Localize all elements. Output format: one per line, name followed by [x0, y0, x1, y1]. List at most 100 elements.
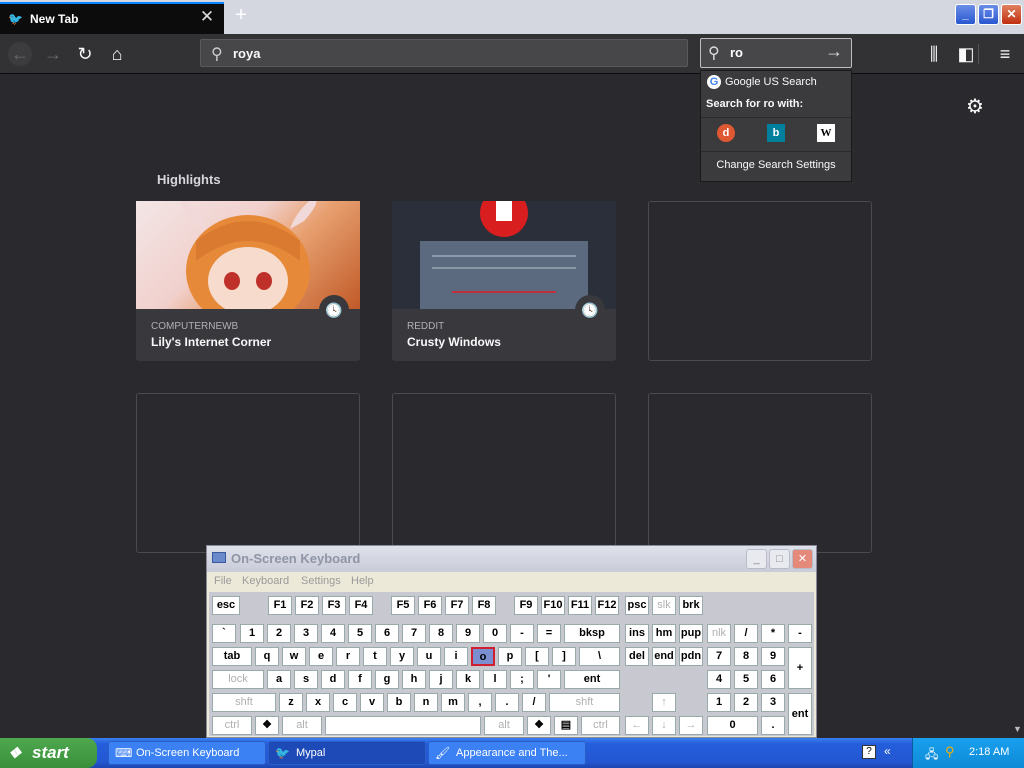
key[interactable]: n — [414, 693, 438, 712]
key[interactable]: F7 — [445, 596, 469, 615]
key[interactable]: - — [788, 624, 812, 643]
key[interactable]: r — [336, 647, 360, 666]
key[interactable]: 3 — [761, 693, 785, 712]
key[interactable] — [325, 716, 481, 735]
osk-minimize-button[interactable]: _ — [746, 549, 767, 569]
key[interactable]: del — [625, 647, 649, 666]
key[interactable]: y — [390, 647, 414, 666]
key[interactable]: nlk — [707, 624, 731, 643]
osk-titlebar[interactable]: On-Screen Keyboard _ □ ✕ — [207, 546, 816, 572]
network-icon[interactable]: 🖧 — [925, 745, 938, 766]
key[interactable]: 0 — [707, 716, 758, 735]
key[interactable]: 5 — [348, 624, 372, 643]
key[interactable]: ` — [212, 624, 236, 643]
new-tab-button[interactable]: + — [230, 4, 252, 26]
bing-icon[interactable]: b — [767, 124, 785, 142]
search-input[interactable]: ro — [730, 45, 743, 60]
key[interactable]: x — [306, 693, 330, 712]
key[interactable]: esc — [212, 596, 240, 615]
key[interactable]: h — [402, 670, 426, 689]
back-icon[interactable]: ← — [8, 42, 32, 66]
key[interactable]: m — [441, 693, 465, 712]
key[interactable]: b — [387, 693, 411, 712]
key[interactable]: . — [761, 716, 785, 735]
change-search-settings[interactable]: Change Search Settings — [701, 151, 851, 171]
key[interactable]: ; — [510, 670, 534, 689]
key[interactable]: = — [537, 624, 561, 643]
key[interactable]: F8 — [472, 596, 496, 615]
duckduckgo-icon[interactable]: d — [717, 124, 735, 142]
url-input[interactable]: roya — [233, 46, 260, 61]
library-icon[interactable]: ⫼ — [922, 42, 946, 66]
menu-help[interactable]: Help — [351, 575, 374, 587]
key[interactable]: l — [483, 670, 507, 689]
key[interactable]: ent — [564, 670, 620, 689]
highlight-card[interactable]: 🕓 REDDIT Crusty Windows — [392, 201, 616, 361]
key[interactable]: d — [321, 670, 345, 689]
key[interactable]: j — [429, 670, 453, 689]
close-window-button[interactable]: ✕ — [1001, 4, 1022, 25]
key[interactable]: F12 — [595, 596, 619, 615]
key[interactable]: ] — [552, 647, 576, 666]
key[interactable]: - — [510, 624, 534, 643]
current-engine[interactable]: G Google US Search — [707, 75, 817, 89]
key[interactable]: 6 — [375, 624, 399, 643]
tab-new-tab[interactable]: 🐦 New Tab ✕ — [0, 2, 224, 34]
start-button[interactable]: ❖ start — [0, 738, 97, 768]
key[interactable]: i — [444, 647, 468, 666]
key[interactable]: F11 — [568, 596, 592, 615]
menu-settings[interactable]: Settings — [301, 575, 341, 587]
key[interactable]: q — [255, 647, 279, 666]
key[interactable]: 3 — [294, 624, 318, 643]
key[interactable]: 4 — [707, 670, 731, 689]
go-arrow-icon[interactable]: → — [825, 41, 843, 62]
menu-icon[interactable]: ≡ — [993, 42, 1017, 66]
key[interactable]: k — [456, 670, 480, 689]
key[interactable]: F2 — [295, 596, 319, 615]
highlight-card[interactable]: 🕓 COMPUTERNEWB Lily's Internet Corner — [136, 201, 360, 361]
page-scrollbar[interactable]: ▼ — [1011, 74, 1024, 738]
key[interactable]: alt — [484, 716, 524, 735]
key[interactable]: hm — [652, 624, 676, 643]
key[interactable]: end — [652, 647, 676, 666]
key[interactable]: shft — [212, 693, 276, 712]
key[interactable]: 9 — [456, 624, 480, 643]
key[interactable]: F10 — [541, 596, 565, 615]
close-tab-icon[interactable]: ✕ — [198, 8, 216, 26]
key[interactable]: 1 — [707, 693, 731, 712]
key[interactable]: F5 — [391, 596, 415, 615]
key[interactable]: * — [761, 624, 785, 643]
key[interactable]: pup — [679, 624, 703, 643]
key[interactable]: ' — [537, 670, 561, 689]
menu-keyboard[interactable]: Keyboard — [242, 575, 289, 587]
key[interactable]: F9 — [514, 596, 538, 615]
key[interactable]: ent — [788, 693, 812, 735]
key[interactable]: / — [522, 693, 546, 712]
task-appearance[interactable]: 🖌 Appearance and The... — [428, 741, 586, 765]
key[interactable]: p — [498, 647, 522, 666]
key[interactable]: e — [309, 647, 333, 666]
restore-button[interactable]: ❐ — [978, 4, 999, 25]
key[interactable]: v — [360, 693, 384, 712]
search-bar[interactable]: ⚲ ro → — [700, 38, 852, 68]
key[interactable]: 2 — [734, 693, 758, 712]
key[interactable]: ❖ — [527, 716, 551, 735]
osk-maximize-button[interactable]: □ — [769, 549, 790, 569]
url-bar[interactable]: ⚲ roya — [200, 39, 688, 67]
key[interactable]: 4 — [321, 624, 345, 643]
reload-icon[interactable]: ↻ — [73, 42, 97, 66]
key[interactable]: o — [471, 647, 495, 666]
key[interactable]: u — [417, 647, 441, 666]
key[interactable]: s — [294, 670, 318, 689]
key[interactable]: 6 — [761, 670, 785, 689]
wikipedia-icon[interactable]: W — [817, 124, 835, 142]
menu-file[interactable]: File — [214, 575, 232, 587]
key[interactable]: a — [267, 670, 291, 689]
task-osk[interactable]: ⌨ On-Screen Keyboard — [108, 741, 266, 765]
key[interactable]: ctrl — [212, 716, 252, 735]
scroll-down-icon[interactable]: ▼ — [1011, 724, 1024, 734]
chevron-icon[interactable]: « — [884, 744, 891, 758]
key[interactable]: , — [468, 693, 492, 712]
help-icon[interactable]: ? — [862, 745, 876, 759]
key[interactable]: w — [282, 647, 306, 666]
